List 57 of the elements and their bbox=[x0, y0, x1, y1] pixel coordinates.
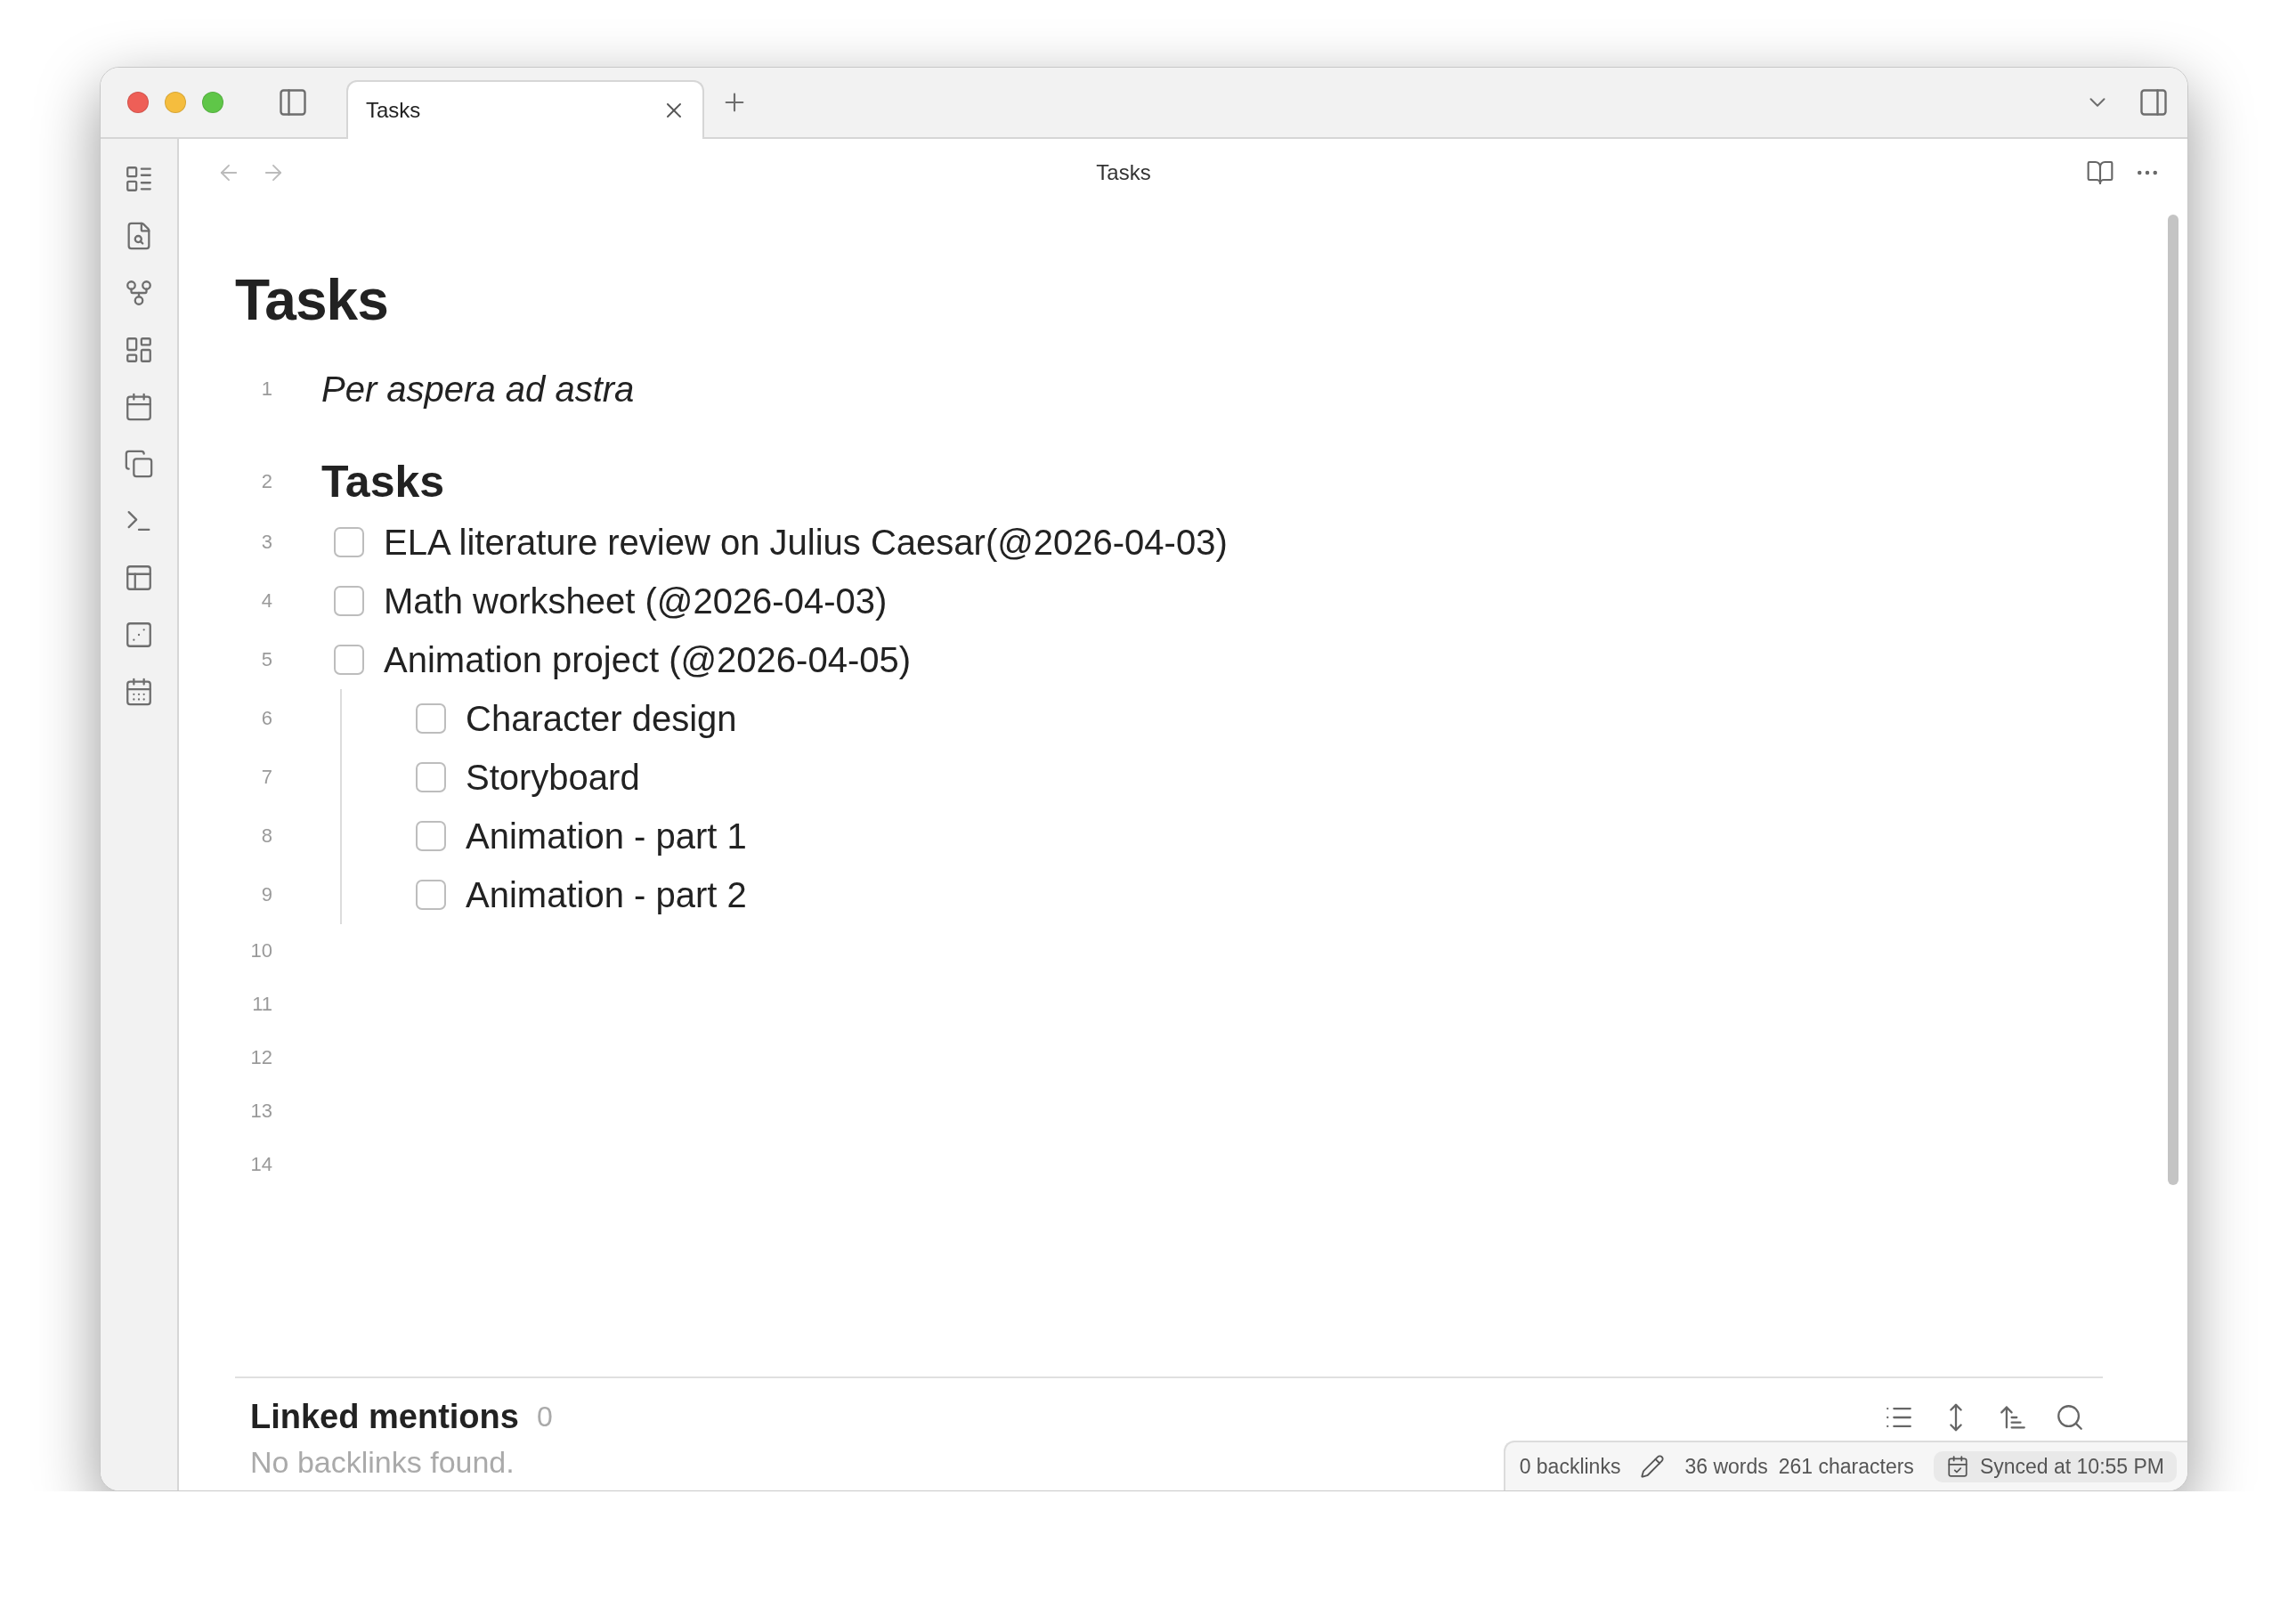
line-number: 8 bbox=[260, 824, 272, 848]
word-count: 36 words bbox=[1684, 1454, 1768, 1479]
task-text: Animation - part 2 bbox=[466, 874, 747, 915]
layout-icon[interactable] bbox=[124, 563, 154, 593]
task-text: Storyboard bbox=[466, 757, 640, 798]
line-number: 5 bbox=[260, 648, 272, 671]
backlinks-count[interactable]: 0 backlinks bbox=[1519, 1454, 1621, 1479]
task-checkbox[interactable] bbox=[334, 645, 364, 675]
line-number: 3 bbox=[260, 531, 272, 554]
pencil-icon[interactable] bbox=[1640, 1454, 1666, 1479]
tab-label: Tasks bbox=[366, 98, 421, 123]
graph-icon[interactable] bbox=[124, 278, 154, 308]
sync-status[interactable]: Synced at 10:55 PM bbox=[1933, 1450, 2177, 1482]
line-number: 6 bbox=[260, 707, 272, 730]
task-text: Math worksheet (@2026-04-03) bbox=[384, 581, 888, 621]
dice-icon[interactable] bbox=[124, 620, 154, 650]
tab[interactable]: Tasks bbox=[346, 80, 704, 139]
scrollbar[interactable] bbox=[2168, 215, 2178, 1185]
character-count: 261 characters bbox=[1778, 1454, 1914, 1479]
calendar-icon[interactable] bbox=[124, 392, 154, 422]
line-number: 12 bbox=[249, 1046, 272, 1069]
calendar-check-icon bbox=[1945, 1455, 1969, 1478]
italic-text: Per aspera ad astra bbox=[321, 369, 635, 410]
line-number: 2 bbox=[260, 470, 272, 493]
calendar-icon[interactable] bbox=[124, 677, 154, 707]
line-number: 14 bbox=[249, 1153, 272, 1176]
sidebar-toggle-icon[interactable] bbox=[2138, 86, 2170, 118]
task-text: ELA literature review on Julius Caesar(@2026-04-03) bbox=[384, 522, 1228, 563]
line-number: 1 bbox=[260, 378, 272, 401]
task-checkbox[interactable] bbox=[416, 703, 446, 734]
zoom-window-button[interactable] bbox=[202, 92, 223, 113]
mention-count: 0 bbox=[536, 1401, 553, 1433]
line-number: 9 bbox=[260, 883, 272, 906]
task-checkbox[interactable] bbox=[416, 762, 446, 792]
close-window-button[interactable] bbox=[127, 92, 149, 113]
note-title: Tasks bbox=[235, 267, 389, 334]
task-text: Animation - part 1 bbox=[466, 816, 747, 857]
task-text: Animation project (@2026-04-05) bbox=[384, 639, 911, 680]
linked-mentions-heading: Linked mentions bbox=[250, 1398, 519, 1436]
task-checkbox[interactable] bbox=[334, 527, 364, 557]
line-number: 13 bbox=[249, 1100, 272, 1123]
list-icon[interactable] bbox=[124, 164, 154, 194]
view-title: Tasks bbox=[1095, 159, 1152, 185]
line-number: 11 bbox=[251, 993, 272, 1016]
line-number: 4 bbox=[260, 589, 272, 613]
empty-message: No backlinks found. bbox=[250, 1445, 515, 1480]
line-number: 7 bbox=[260, 766, 272, 789]
sidebar-toggle-icon[interactable] bbox=[277, 86, 309, 118]
task-text: Character design bbox=[466, 698, 737, 739]
task-checkbox[interactable] bbox=[416, 880, 446, 910]
dashboard-icon[interactable] bbox=[124, 335, 154, 365]
sync-text: Synced at 10:55 PM bbox=[1979, 1454, 2164, 1479]
line-number: 10 bbox=[249, 939, 272, 962]
copy-icon[interactable] bbox=[124, 449, 154, 479]
task-checkbox[interactable] bbox=[334, 586, 364, 616]
section-heading: Tasks bbox=[321, 456, 445, 508]
task-checkbox[interactable] bbox=[416, 821, 446, 851]
